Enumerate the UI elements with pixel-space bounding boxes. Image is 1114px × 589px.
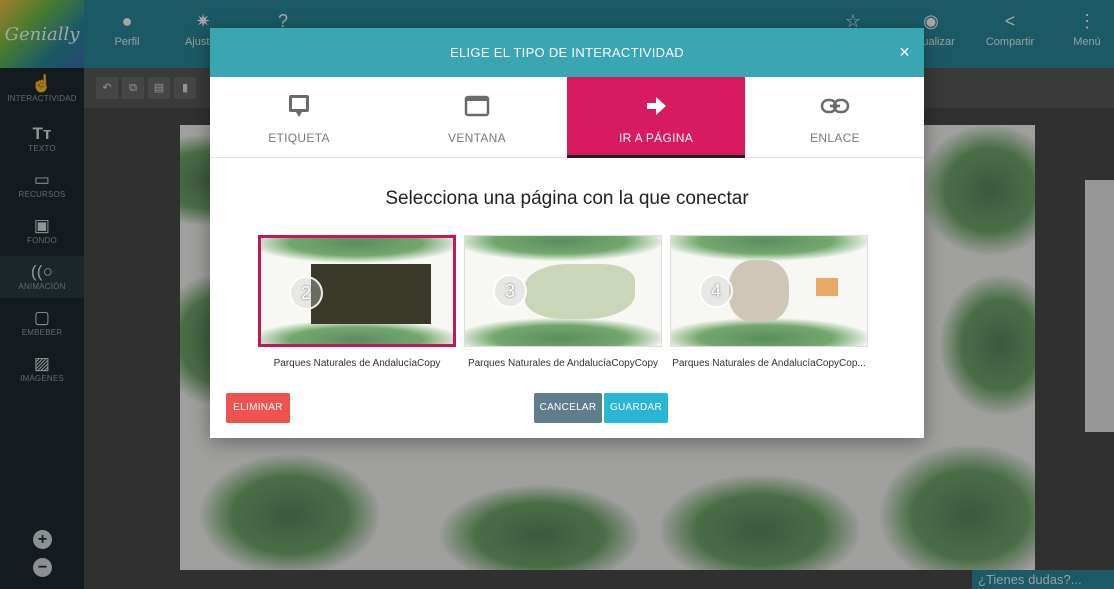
leaf-decoration	[671, 318, 867, 346]
page-caption: Parques Naturales de AndalucíaCopy	[273, 358, 441, 369]
window-icon	[464, 95, 490, 117]
arrow-right-icon	[647, 97, 666, 115]
page-caption: Parques Naturales de AndalucíaCopyCopy	[467, 358, 659, 369]
leaf-decoration	[465, 236, 661, 261]
page-thumbnail-3[interactable]: 3	[464, 235, 662, 347]
page-number: 2	[289, 276, 323, 310]
tab-label: IR A PÁGINA	[619, 131, 693, 145]
leaf-decoration	[465, 318, 661, 346]
tab-label: ENLACE	[810, 131, 860, 145]
link-icon	[820, 98, 850, 114]
page-number: 4	[699, 274, 733, 308]
tab-enlace[interactable]: ENLACE	[746, 77, 924, 158]
tooltip-icon	[289, 95, 309, 117]
modal-title: ELIGE EL TIPO DE INTERACTIVIDAD	[450, 45, 684, 60]
map-image	[525, 264, 635, 319]
page-thumbnail-2[interactable]: 2	[258, 235, 456, 347]
small-lynx-image	[816, 278, 838, 296]
tab-ir-a-pagina[interactable]: IR A PÁGINA	[567, 77, 745, 158]
delete-button[interactable]: ELIMINAR	[226, 393, 290, 423]
tab-ventana[interactable]: VENTANA	[388, 77, 566, 158]
interactivity-tabs: ETIQUETA VENTANA IR A PÁGINA ENLACE	[210, 77, 924, 158]
modal-heading: Selecciona una página con la que conecta…	[385, 188, 749, 209]
cancel-button[interactable]: CANCELAR	[534, 393, 602, 423]
leaf-decoration	[261, 238, 453, 263]
eagle-image	[311, 264, 431, 324]
tab-etiqueta[interactable]: ETIQUETA	[210, 77, 388, 158]
leaf-decoration	[671, 236, 867, 261]
tab-label: VENTANA	[448, 131, 506, 145]
leaf-decoration	[261, 320, 453, 344]
tab-label: ETIQUETA	[268, 131, 330, 145]
close-icon[interactable]: ×	[899, 28, 910, 77]
save-button[interactable]: GUARDAR	[604, 393, 668, 423]
modal-header: ELIGE EL TIPO DE INTERACTIVIDAD ×	[210, 28, 924, 77]
lynx-image	[729, 260, 789, 322]
page-number: 3	[493, 274, 527, 308]
page-caption: Parques Naturales de AndalucíaCopyCop...	[672, 358, 866, 369]
page-thumbnail-4[interactable]: 4	[670, 235, 868, 347]
interactivity-modal: ELIGE EL TIPO DE INTERACTIVIDAD × ETIQUE…	[210, 28, 924, 438]
